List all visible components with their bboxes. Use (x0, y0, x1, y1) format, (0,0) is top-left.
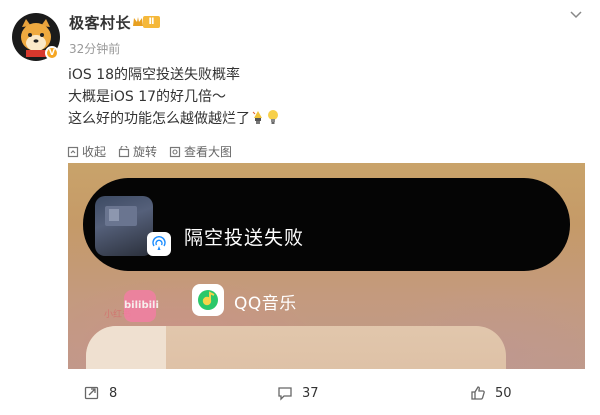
qq-music-label: QQ音乐 (234, 294, 297, 314)
like-count: 50 (495, 385, 512, 401)
airdrop-icon (147, 232, 171, 256)
collapse-label: 收起 (82, 145, 107, 159)
repost-button[interactable]: 8 (84, 385, 117, 401)
image-actions: 收起 旋转 查看大图 (67, 143, 244, 160)
rotate-button[interactable]: 旋转 (118, 143, 157, 160)
post-line-1: iOS 18的隔空投送失败概率 (68, 67, 241, 83)
username[interactable]: 极客村长 (69, 12, 131, 33)
collapse-button[interactable]: 收起 (67, 143, 106, 160)
airdrop-failure-notification (83, 178, 570, 271)
post-image[interactable]: 隔空投送失败 小红书 bilibili QQ音乐 (68, 163, 585, 369)
post-line-3-text: 这么好的功能怎么越做越烂了 (68, 111, 250, 127)
post-line-3: 这么好的功能怎么越做越烂了 (68, 108, 280, 130)
view-image-label: 查看大图 (184, 145, 233, 159)
level-badge[interactable]: Ⅱ (132, 15, 160, 29)
share-sheet-edge-left (86, 326, 166, 369)
post-body: iOS 18的隔空投送失败概率 大概是iOS 17的好几倍～ 这么好的功能怎么越… (68, 64, 280, 130)
airdrop-failed-text: 隔空投送失败 (184, 227, 305, 249)
broken-bulb-emoji-icon (252, 111, 262, 124)
lightbulb-emoji-icon (268, 110, 278, 124)
post-timestamp[interactable]: 32分钟前 (69, 40, 120, 57)
comment-icon (278, 387, 292, 401)
post-footer: 8 37 50 (0, 385, 600, 415)
comment-count: 37 (302, 385, 319, 401)
view-large-image-button[interactable]: 查看大图 (169, 143, 232, 160)
rotate-icon (118, 145, 130, 157)
thumbs-up-icon (471, 386, 485, 400)
repost-count: 8 (109, 385, 118, 401)
view-image-icon (169, 146, 181, 157)
verified-badge: V (45, 46, 59, 60)
comment-button[interactable]: 37 (277, 385, 319, 401)
repost-icon (84, 386, 99, 400)
airdrop-thumbnail (95, 196, 153, 256)
collapse-icon (67, 146, 79, 157)
bilibili-app-icon: bilibili (124, 290, 159, 322)
rotate-label: 旋转 (133, 145, 158, 159)
chevron-down-icon[interactable] (568, 9, 584, 21)
level-number: Ⅱ (143, 16, 160, 28)
qq-music-icon (192, 284, 224, 316)
post-line-2: 大概是iOS 17的好几倍～ (68, 89, 227, 105)
like-button[interactable]: 50 (470, 385, 512, 401)
